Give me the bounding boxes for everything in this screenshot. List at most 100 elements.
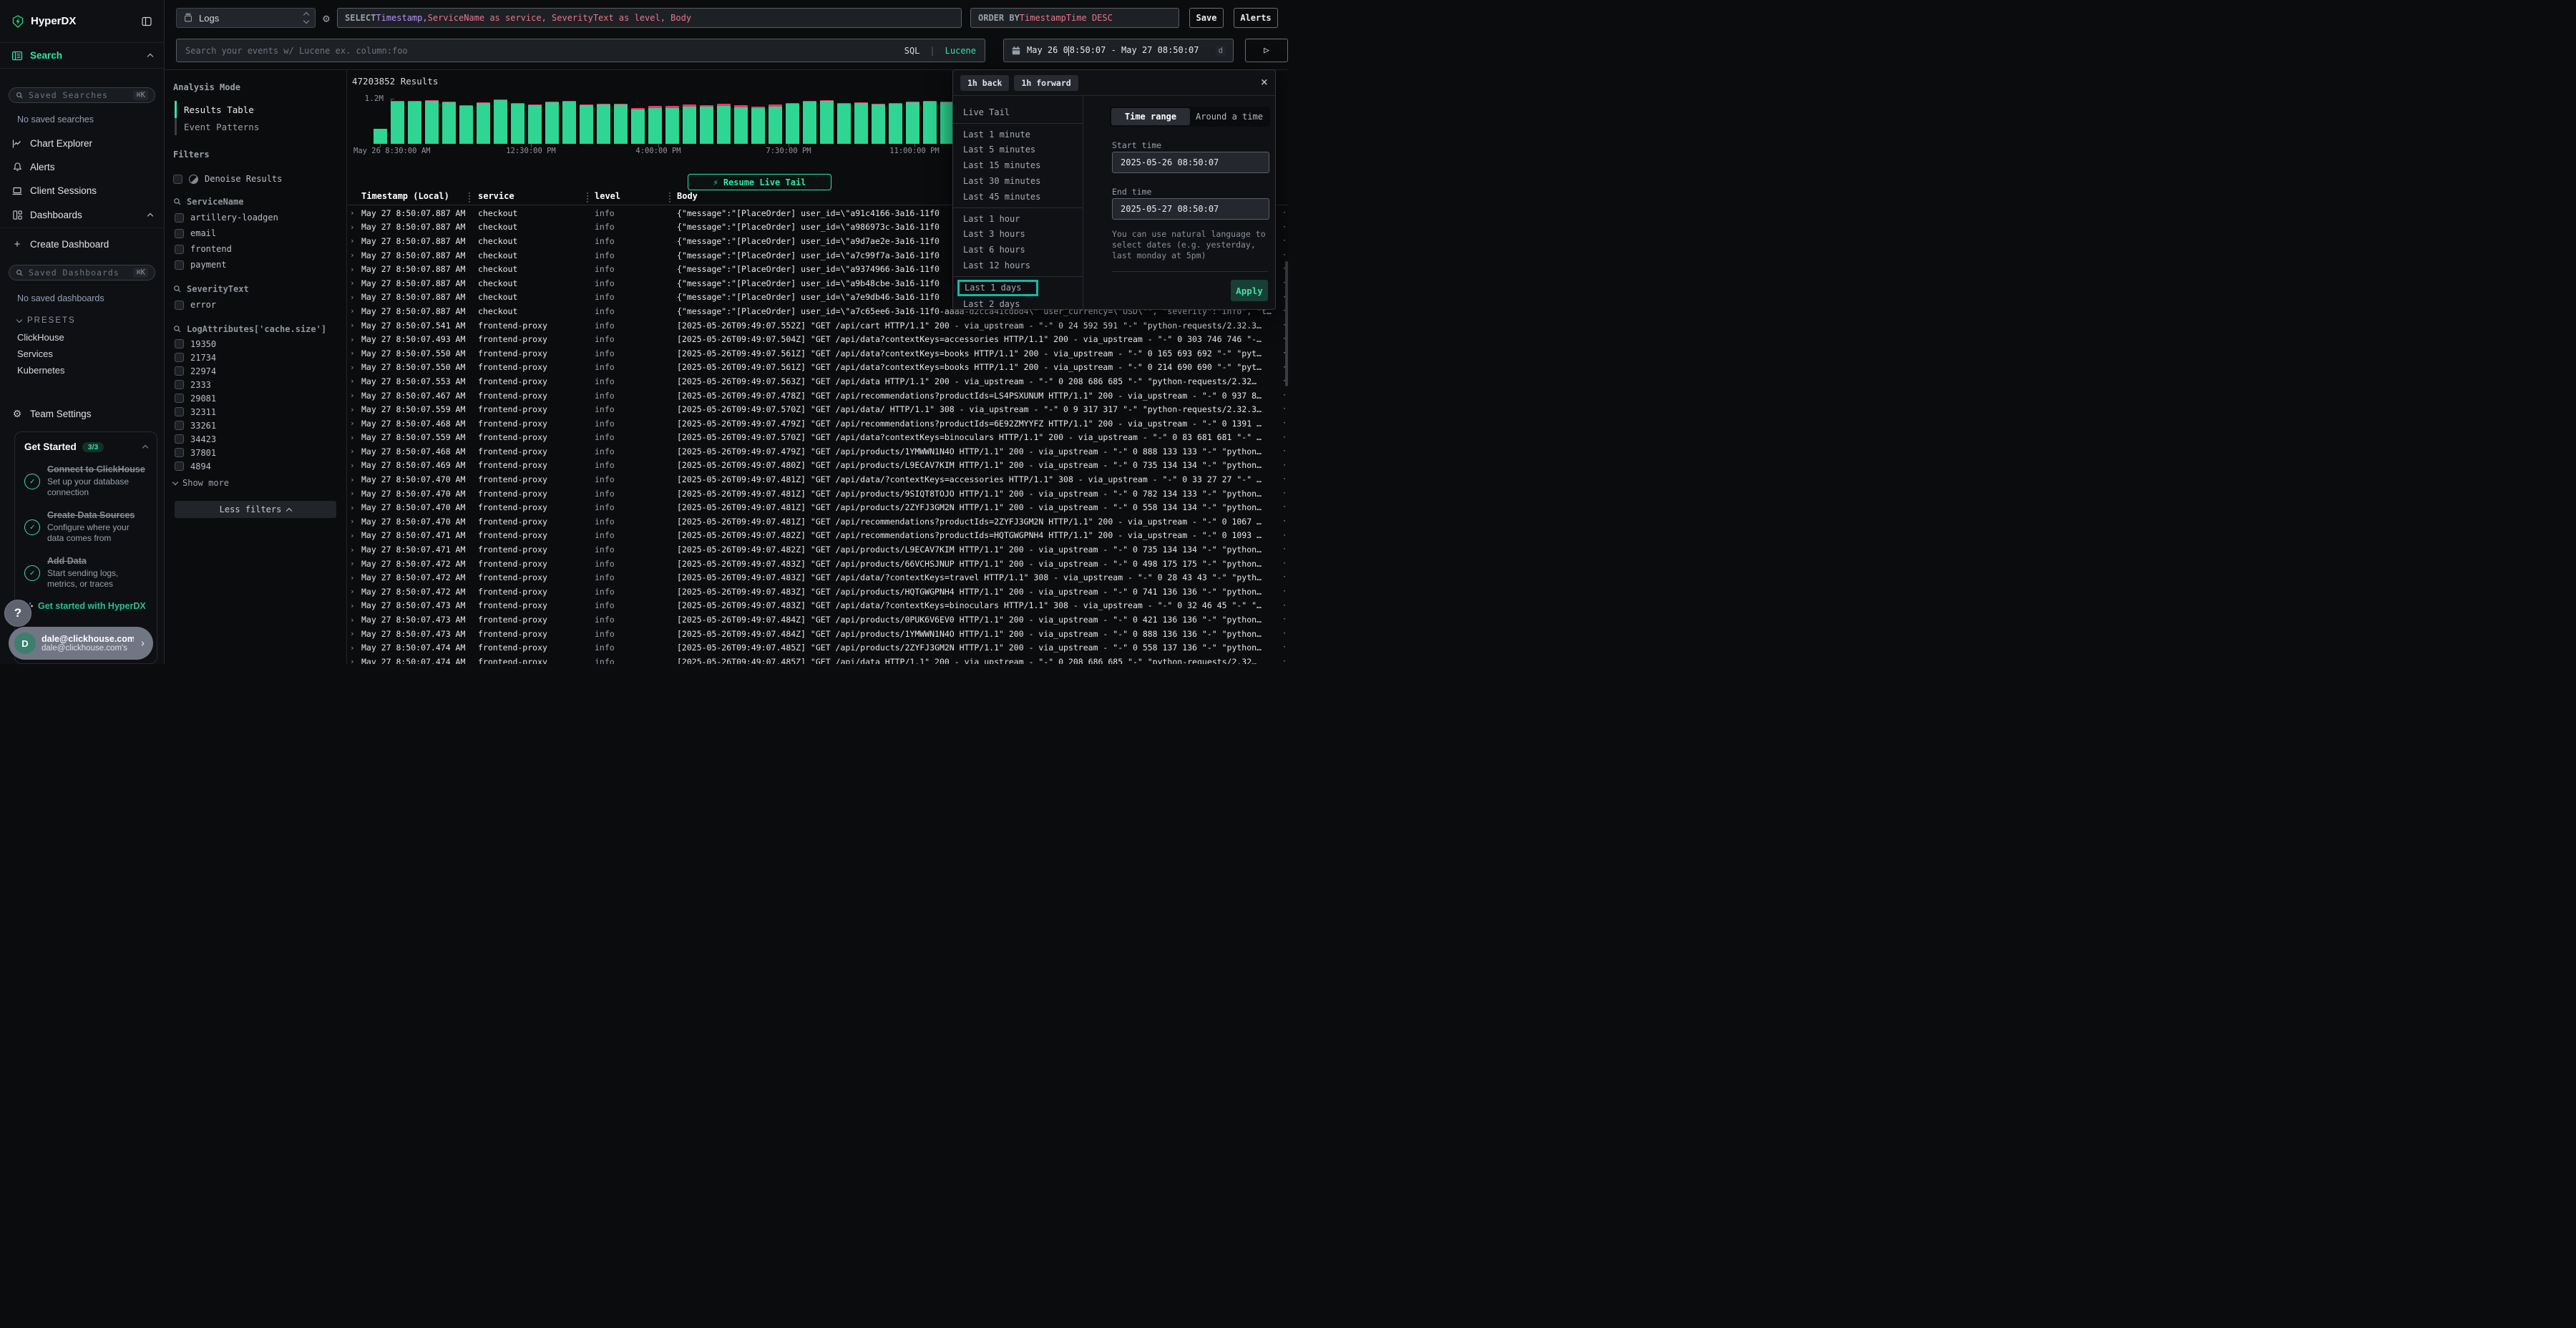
expand-row-icon[interactable]: › (350, 250, 355, 260)
column-resize-handle[interactable] (669, 192, 670, 202)
filter-checkbox[interactable] (175, 260, 184, 270)
chart-bar[interactable] (425, 100, 439, 144)
chart-bar[interactable] (717, 104, 731, 144)
filter-checkbox[interactable] (175, 421, 184, 430)
chart-bar[interactable] (408, 101, 421, 144)
sidebar-item-alerts[interactable]: Alerts (0, 155, 164, 179)
filter-checkbox[interactable] (175, 434, 184, 444)
filter-value-row[interactable]: 4894 (175, 459, 346, 473)
source-settings-gear-icon[interactable]: ⚙ (316, 11, 337, 25)
order-by-input[interactable]: ORDER BY TimestampTime DESC (970, 8, 1179, 28)
column-resize-handle[interactable] (587, 192, 588, 202)
column-header-service[interactable]: service (478, 191, 514, 201)
get-started-item[interactable]: ✓ Add Data Start sending logs, metrics, … (24, 556, 147, 590)
expand-row-icon[interactable]: › (350, 363, 355, 372)
expand-row-icon[interactable]: › (350, 446, 355, 456)
chart-bar[interactable] (786, 103, 799, 144)
denoise-results-toggle[interactable]: Denoise Results (173, 174, 346, 184)
expand-row-icon[interactable]: › (350, 419, 355, 428)
chart-bar[interactable] (751, 107, 765, 144)
filter-value-row[interactable]: 2333 (175, 378, 346, 391)
apply-button[interactable]: Apply (1231, 280, 1268, 301)
table-row[interactable]: › May 27 8:50:07.468 AM frontend-proxy i… (347, 444, 1288, 459)
chart-bar[interactable] (374, 129, 387, 144)
filter-checkbox[interactable] (175, 366, 184, 376)
table-row[interactable]: › May 27 8:50:07.470 AM frontend-proxy i… (347, 514, 1288, 529)
time-preset-item[interactable]: Last 30 minutes (953, 173, 1083, 189)
time-preset-item[interactable]: Last 12 hours (953, 258, 1083, 273)
expand-row-icon[interactable]: › (350, 461, 355, 470)
expand-row-icon[interactable]: › (350, 405, 355, 414)
chart-bar[interactable] (631, 108, 645, 144)
chart-bar[interactable] (597, 104, 610, 144)
saved-searches-input[interactable]: Saved Searches ⌘K (9, 87, 155, 103)
expand-row-icon[interactable]: › (350, 208, 355, 218)
expand-row-icon[interactable]: › (350, 236, 355, 245)
column-header-timestamp[interactable]: Timestamp (Local) (361, 191, 449, 201)
expand-row-icon[interactable]: › (350, 545, 355, 555)
table-row[interactable]: › May 27 8:50:07.471 AM frontend-proxy i… (347, 529, 1288, 543)
run-query-button[interactable]: ▷ (1245, 39, 1288, 62)
filter-value-row[interactable]: 19350 (175, 337, 346, 351)
lang-toggle-lucene[interactable]: Lucene (945, 46, 976, 56)
chart-bar[interactable] (391, 101, 404, 144)
tab-around-a-time[interactable]: Around a time (1190, 108, 1269, 125)
filter-checkbox[interactable] (175, 245, 184, 254)
time-preset-item[interactable]: Last 3 hours (953, 227, 1083, 243)
start-time-input[interactable]: 2025-05-26 08:50:07 (1112, 152, 1269, 173)
sql-select-input[interactable]: SELECT Timestamp, ServiceName as service… (337, 8, 962, 28)
preset-dashboard-item[interactable]: Kubernetes (17, 362, 164, 379)
chart-bar[interactable] (459, 105, 473, 144)
chart-bar[interactable] (683, 104, 696, 144)
filter-checkbox[interactable] (175, 229, 184, 238)
time-preset-item[interactable]: Last 15 minutes (953, 157, 1083, 173)
sidebar-item-search[interactable]: Search (0, 43, 164, 69)
promo-link[interactable]: Get started with HyperDX (24, 601, 147, 611)
table-row[interactable]: › May 27 8:50:07.559 AM frontend-proxy i… (347, 402, 1288, 416)
filter-checkbox[interactable] (175, 301, 184, 310)
filter-checkbox[interactable] (175, 339, 184, 348)
filter-checkbox[interactable] (175, 213, 184, 223)
sidebar-item-team-settings[interactable]: ⚙ Team Settings (0, 402, 164, 426)
table-row[interactable]: › May 27 8:50:07.473 AM frontend-proxy i… (347, 599, 1288, 613)
get-started-item[interactable]: ✓ Create Data Sources Configure where yo… (24, 510, 147, 544)
preset-dashboard-item[interactable]: ClickHouse (17, 329, 164, 346)
save-button[interactable]: Save (1189, 8, 1224, 28)
column-header-level[interactable]: level (595, 191, 620, 201)
filter-value-row[interactable]: 22974 (175, 364, 346, 378)
chart-bar[interactable] (889, 103, 902, 144)
time-preset-item[interactable]: Last 6 hours (953, 242, 1083, 258)
time-preset-item[interactable]: Last 45 minutes (953, 189, 1083, 205)
create-dashboard-button[interactable]: + Create Dashboard (0, 233, 164, 256)
expand-row-icon[interactable]: › (350, 517, 355, 526)
sidebar-collapse-icon[interactable] (141, 16, 152, 27)
resume-live-tail-button[interactable]: ⚡ Resume Live Tail (688, 174, 831, 190)
table-row[interactable]: › May 27 8:50:07.469 AM frontend-proxy i… (347, 459, 1288, 473)
filter-value-row[interactable]: email (175, 225, 346, 241)
denoise-checkbox[interactable] (173, 175, 182, 184)
column-header-body[interactable]: Body (677, 191, 698, 201)
expand-row-icon[interactable]: › (350, 223, 355, 232)
table-row[interactable]: › May 27 8:50:07.472 AM frontend-proxy i… (347, 557, 1288, 571)
table-row[interactable]: › May 27 8:50:07.550 AM frontend-proxy i… (347, 346, 1288, 361)
time-preset-item[interactable]: Last 1 minute (953, 127, 1083, 142)
chart-bar[interactable] (803, 101, 816, 144)
chart-bar[interactable] (769, 104, 782, 144)
expand-row-icon[interactable]: › (350, 433, 355, 442)
saved-dashboards-input[interactable]: Saved Dashboards ⌘K (9, 265, 155, 280)
filter-checkbox[interactable] (175, 448, 184, 457)
table-row[interactable]: › May 27 8:50:07.467 AM frontend-proxy i… (347, 389, 1288, 403)
presets-section-toggle[interactable]: PRESETS (17, 316, 164, 325)
shift-1h-back-button[interactable]: 1h back (960, 75, 1009, 91)
sidebar-item-chart-explorer[interactable]: Chart Explorer (0, 132, 164, 155)
table-row[interactable]: › May 27 8:50:07.559 AM frontend-proxy i… (347, 431, 1288, 445)
table-row[interactable]: › May 27 8:50:07.474 AM frontend-proxy i… (347, 640, 1288, 655)
expand-row-icon[interactable]: › (350, 306, 355, 316)
chart-bar[interactable] (562, 101, 576, 144)
expand-row-icon[interactable]: › (350, 559, 355, 568)
source-select[interactable]: Logs (176, 8, 316, 28)
event-search-input[interactable]: Search your events w/ Lucene ex. column:… (176, 39, 985, 62)
table-row[interactable]: › May 27 8:50:07.474 AM frontend-proxy i… (347, 655, 1288, 664)
mode-event-patterns[interactable]: Event Patterns (175, 118, 346, 135)
expand-row-icon[interactable]: › (350, 278, 355, 288)
